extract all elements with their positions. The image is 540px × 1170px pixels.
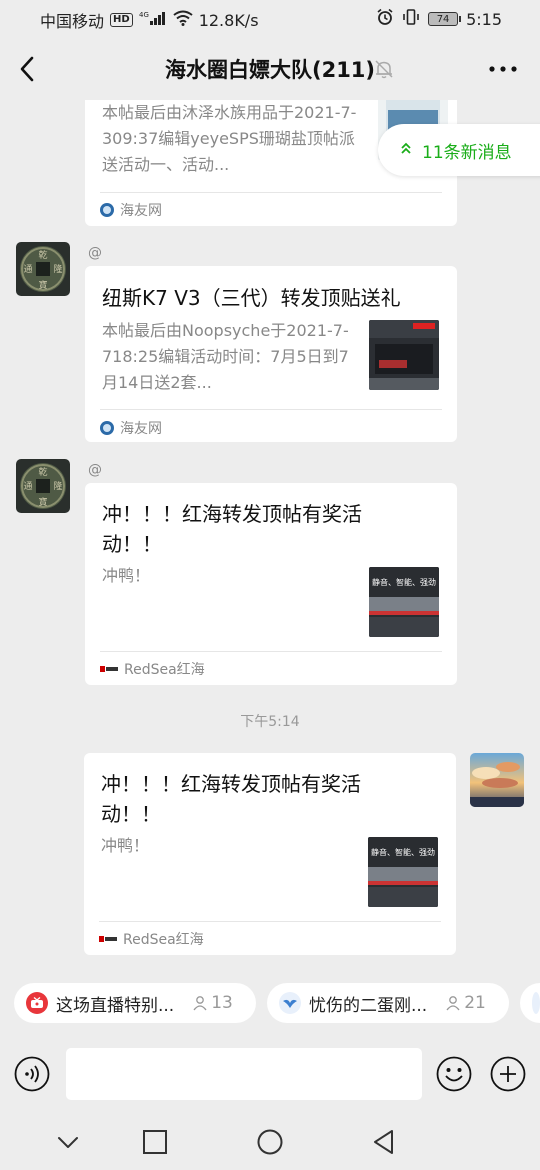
card-source: RedSea红海 [99, 929, 204, 949]
card-title: 纽斯K7 V3（三代）转发顶贴送礼 [102, 286, 401, 310]
card-source-name: RedSea红海 [124, 662, 205, 678]
link-card[interactable]: 纽斯K7 V3（三代）转发顶贴送礼 本帖最后由Noopsyche于2021-7-… [85, 266, 457, 442]
card-title: 冲！！！红海转发顶帖有奖活动！！ [101, 772, 361, 826]
avatar[interactable]: 乾寶通 隆 [16, 459, 70, 513]
card-source: RedSea红海 [100, 659, 205, 679]
carrier-label: 中国移动 [40, 12, 105, 31]
svg-text:乾: 乾 [38, 466, 47, 478]
card-source-name: 海友网 [120, 203, 162, 219]
redsea-logo-icon [99, 934, 117, 944]
person-icon [193, 996, 207, 1011]
live-chip-partial[interactable] [520, 983, 540, 1023]
live-stream-bar: 这场直播特别... 13 忧伤的二蛋刚... 21 [0, 970, 540, 1036]
live-chip[interactable]: 忧伤的二蛋刚... 21 [267, 983, 509, 1023]
card-description: 冲鸭！ [102, 566, 151, 585]
avatar[interactable] [470, 753, 524, 807]
haiyou-logo-icon [100, 421, 114, 435]
new-messages-label: 11条新消息 [422, 142, 512, 163]
card-source: 海友网 [100, 418, 162, 438]
hd-badge: HD [110, 13, 133, 27]
redsea-logo-icon [100, 664, 118, 674]
input-bar [0, 1036, 540, 1112]
live-chip-viewers: 21 [445, 993, 486, 1013]
thumb-text: 静音、智能、强劲 [371, 847, 435, 857]
svg-text:通: 通 [23, 481, 32, 492]
card-divider [100, 409, 442, 410]
live-chip-label: 这场直播特别... [56, 995, 175, 1016]
card-source-name: RedSea红海 [123, 932, 204, 948]
signal-icon: 4G [139, 10, 167, 30]
live-tv-icon [26, 992, 48, 1014]
avatar[interactable]: 乾寶通 隆 [16, 242, 70, 296]
svg-text:隆: 隆 [53, 263, 62, 275]
more-dots-icon[interactable] [488, 58, 518, 80]
svg-text:通: 通 [23, 264, 32, 275]
group-title: 海水圈白嫖大队(211) [164, 58, 376, 82]
svg-text:寶: 寶 [38, 279, 47, 291]
card-thumbnail: 静音、智能、强劲 [368, 837, 438, 907]
bird-logo-icon [532, 992, 540, 1014]
bell-off-icon [373, 58, 395, 80]
card-divider [100, 651, 442, 652]
link-card[interactable]: 冲！！！红海转发顶帖有奖活动！！ 冲鸭！ 静音、智能、强劲 RedSea红海 [85, 483, 457, 685]
wifi-icon [173, 10, 193, 30]
live-chip-viewers: 13 [192, 993, 233, 1013]
system-navigation-bar [0, 1112, 540, 1170]
card-source: 海友网 [100, 200, 162, 220]
card-thumbnail: 静音、智能、强劲 [369, 567, 439, 637]
live-chip[interactable]: 这场直播特别... 13 [14, 983, 256, 1023]
haiyou-logo-icon [100, 203, 114, 217]
live-chip-count: 21 [464, 993, 486, 1013]
card-description: 冲鸭！ [101, 836, 150, 855]
alarm-icon [376, 8, 394, 30]
svg-text:隆: 隆 [53, 480, 62, 492]
status-right: 74 5:15 [376, 8, 502, 30]
battery-icon: 74 [428, 12, 462, 26]
card-description: 本帖最后由沐泽水族用品于2021-7-309:37编辑yeyeSPS珊瑚盐顶帖派… [102, 103, 357, 174]
mention-label: @ [88, 245, 102, 261]
message-timestamp: 下午5:14 [240, 714, 300, 730]
home-icon[interactable] [256, 1128, 284, 1156]
card-description: 本帖最后由Noopsyche于2021-7-718:25编辑活动时间：7月5日到… [102, 321, 349, 392]
card-divider [100, 192, 442, 193]
svg-text:乾: 乾 [38, 249, 47, 261]
emoji-icon[interactable] [436, 1056, 472, 1092]
link-card[interactable]: 冲！！！红海转发顶帖有奖活动！！ 冲鸭！ 静音、智能、强劲 RedSea红海 [84, 753, 456, 955]
recents-icon[interactable] [141, 1128, 169, 1156]
mention-label: @ [88, 462, 102, 478]
hide-keyboard-icon[interactable] [54, 1128, 82, 1156]
card-divider [99, 921, 441, 922]
svg-text:寶: 寶 [38, 496, 47, 508]
back-triangle-icon[interactable] [370, 1128, 398, 1156]
card-title: 冲！！！红海转发顶帖有奖活动！！ [102, 502, 362, 556]
network-speed: 12.8K/s [198, 10, 259, 30]
person-icon [446, 996, 460, 1011]
plus-icon[interactable] [490, 1056, 526, 1092]
card-thumbnail [369, 320, 439, 390]
chat-header: 海水圈白嫖大队(211) [0, 38, 540, 100]
clock-time: 5:15 [466, 9, 502, 29]
live-chip-count: 13 [211, 993, 233, 1013]
double-chevron-up-icon [400, 140, 412, 160]
new-messages-button[interactable]: 11条新消息 [378, 124, 540, 176]
status-left: 中国移动 HD 4G 12.8K/s [40, 8, 259, 32]
bird-logo-icon [279, 992, 301, 1014]
message-list[interactable]: 本帖最后由沐泽水族用品于2021-7-309:37编辑yeyeSPS珊瑚盐顶帖派… [0, 100, 540, 970]
card-source-name: 海友网 [120, 421, 162, 437]
message-input[interactable] [66, 1048, 422, 1100]
vibrate-icon [402, 8, 420, 30]
voice-input-icon[interactable] [14, 1056, 50, 1092]
status-bar: 中国移动 HD 4G 12.8K/s 74 5:15 [0, 0, 540, 38]
thumb-text: 静音、智能、强劲 [372, 577, 436, 587]
live-chip-label: 忧伤的二蛋刚... [309, 995, 428, 1016]
svg-text:4G: 4G [139, 11, 149, 19]
